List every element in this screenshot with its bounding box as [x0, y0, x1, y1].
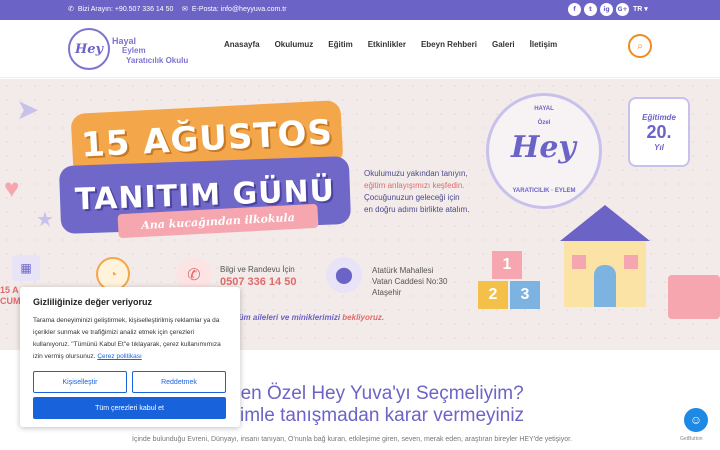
social-links: f t ig G+	[568, 3, 629, 16]
hero-contact: Bilgi ve Randevu İçin 0507 336 14 50	[220, 265, 296, 288]
email-info[interactable]: ✉ E-Posta: info@heyyuva.com.tr	[182, 5, 287, 14]
cookie-title: Gizliliğinize değer veriyoruz	[33, 297, 153, 307]
customize-button[interactable]: Kişiselleştir	[33, 371, 127, 393]
hero-description: Okulumuzu yakından tanıyın, eğitim anlay…	[364, 168, 469, 216]
desc-line4: en doğru adımı birlikte atalım.	[364, 205, 470, 214]
paper-plane-icon: ➤	[16, 94, 40, 125]
anniv-b: 20.	[646, 121, 672, 142]
cookie-consent-dialog: Gizliliğinize değer veriyoruz Tarama den…	[20, 287, 240, 427]
section-heading-2: imle tanışmadan karar vermeyiniz	[240, 405, 525, 426]
books-illustration	[668, 275, 720, 319]
chat-icon: ☺	[689, 413, 703, 427]
number-blocks: 1 2 3	[478, 251, 548, 321]
site-header: Hey Hayal Eylem Yaratıcılık Okulu Anasay…	[0, 20, 720, 78]
logo-line3: Yaratıcılık Okulu	[126, 56, 189, 65]
section-heading-1: den Özel Hey Yuva'yı Seçmeliyim?	[230, 383, 524, 404]
nav-item-iletisim[interactable]: İletişim	[530, 40, 558, 49]
twitter-icon[interactable]: t	[584, 3, 597, 16]
language-selector[interactable]: TR ▾	[633, 5, 648, 13]
desc-line2: eğitim anlayışımızı keşfedin.	[364, 181, 465, 190]
contact-label: Bilgi ve Randevu İçin	[220, 265, 295, 274]
hero-tagline: tüm aileleri ve miniklerimizi bekliyoruz…	[236, 313, 385, 322]
badge-sub: Özel	[537, 120, 551, 126]
school-badge: HAYAL Özel Hey YARATICILIK · EYLEM	[486, 93, 602, 209]
hero-address: Atatürk Mahallesi Vatan Caddesi No:30 At…	[372, 266, 448, 297]
calendar-icon: ▦	[12, 255, 40, 281]
nav-item-galeri[interactable]: Galeri	[492, 40, 515, 49]
google-plus-icon[interactable]: G+	[616, 3, 629, 16]
logo-mark: Hey	[68, 28, 110, 70]
badge-top: HAYAL	[534, 106, 554, 112]
section-paragraph: İçinde bulunduğu Evreni, Dünyayı, insanı…	[132, 436, 573, 443]
phone-text: Bizi Arayın: +90.507 336 14 50	[77, 5, 174, 13]
accept-all-button[interactable]: Tüm çerezleri kabul et	[33, 397, 226, 419]
facebook-icon[interactable]: f	[568, 3, 581, 16]
clock-icon: ◔	[96, 257, 130, 291]
cookie-policy-link[interactable]: Çerez politikası	[97, 353, 141, 360]
anniv-c: Yıl	[654, 142, 664, 152]
badge-mark: Hey	[511, 130, 576, 165]
nav-item-okulumuz[interactable]: Okulumuz	[275, 40, 314, 49]
location-pin-icon: ⬤	[326, 257, 362, 293]
cookie-text: Tarama deneyiminizi geliştirmek, kişisel…	[33, 317, 221, 360]
logo-line1: Hayal	[112, 36, 137, 46]
getbutton-label: GetButton	[680, 436, 703, 442]
logo-line2: Eylem	[122, 46, 146, 55]
reject-button[interactable]: Reddetmek	[132, 371, 226, 393]
nav-item-egitim[interactable]: Eğitim	[328, 40, 352, 49]
anniv-a: Eğitimde	[642, 112, 676, 122]
phone-info[interactable]: ✆ Bizi Arayın: +90.507 336 14 50	[68, 5, 174, 14]
block-1: 1	[492, 251, 522, 279]
badge-bottom: YARATICILIK · EYLEM	[512, 188, 576, 194]
search-icon: ⌕	[637, 40, 643, 52]
instagram-icon[interactable]: ig	[600, 3, 613, 16]
desc-line1: Okulumuzu yakından tanıyın,	[364, 169, 468, 178]
email-text: E-Posta: info@heyyuva.com.tr	[191, 5, 287, 13]
nav-item-etkinlikler[interactable]: Etkinlikler	[368, 40, 406, 49]
envelope-icon: ✉	[182, 6, 188, 13]
nav-item-anasayfa[interactable]: Anasayfa	[224, 40, 260, 49]
anniversary-badge: Eğitimde 20. Yıl	[628, 97, 690, 167]
search-button[interactable]: ⌕	[628, 34, 652, 58]
phone-icon: ✆	[68, 6, 74, 13]
block-3: 3	[510, 281, 540, 309]
block-2: 2	[478, 281, 508, 309]
desc-line3: Çocuğunuzun geleceği için	[364, 193, 460, 202]
logo[interactable]: Hey Hayal Eylem Yaratıcılık Okulu	[68, 28, 208, 72]
star-icon: ★	[36, 209, 54, 231]
school-house-illustration	[540, 205, 670, 315]
chat-widget-button[interactable]: ☺	[684, 408, 708, 432]
main-nav: Anasayfa Okulumuz Eğitim Etkinlikler Ebe…	[224, 40, 572, 49]
top-bar: ✆ Bizi Arayın: +90.507 336 14 50 ✉ E-Pos…	[0, 0, 720, 20]
heart-icon: ♥	[4, 173, 20, 203]
nav-item-ebeyn-rehberi[interactable]: Ebeyn Rehberi	[421, 40, 477, 49]
